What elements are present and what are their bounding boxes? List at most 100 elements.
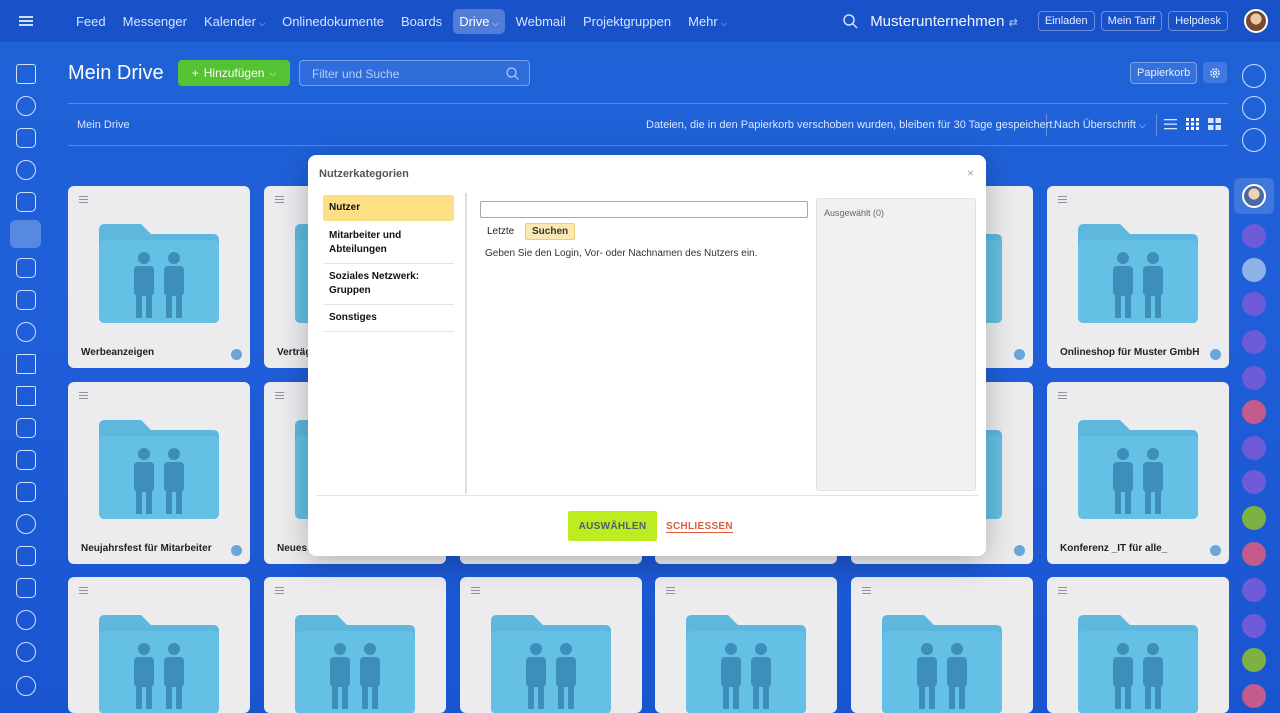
folder-card[interactable]: [851, 577, 1033, 713]
checkbox-icon[interactable]: [16, 290, 36, 310]
contact-center-icon[interactable]: [16, 482, 36, 502]
drag-handle-icon[interactable]: [1058, 587, 1067, 588]
folder-card[interactable]: [655, 577, 837, 713]
lock-icon[interactable]: [1242, 578, 1266, 602]
presentation-icon[interactable]: [16, 258, 36, 278]
automation-icon[interactable]: [16, 610, 36, 630]
chevron-down-icon: ⌵: [1138, 120, 1146, 130]
contacts-icon[interactable]: [16, 160, 36, 180]
documents-icon[interactable]: [16, 192, 36, 212]
settings-icon[interactable]: [16, 676, 36, 696]
user-avatar[interactable]: [1244, 9, 1268, 33]
category-social-network-groups[interactable]: Soziales Netzwerk: Gruppen: [323, 264, 454, 305]
inventory-icon[interactable]: [16, 450, 36, 470]
nav-webmail[interactable]: Webmail: [510, 9, 572, 34]
folder-card[interactable]: Werbeanzeigen: [68, 186, 250, 368]
settings-button[interactable]: [1203, 62, 1227, 83]
nav-boards[interactable]: Boards: [395, 9, 448, 34]
close-icon[interactable]: ×: [967, 166, 974, 180]
chat-avatar[interactable]: [1242, 330, 1266, 354]
chat-icon[interactable]: [16, 322, 36, 342]
drag-handle-icon[interactable]: [471, 587, 480, 588]
chat-avatar[interactable]: [1242, 366, 1266, 390]
category-other[interactable]: Sonstiges: [323, 305, 454, 332]
invite-button[interactable]: Einladen: [1037, 11, 1095, 31]
tab-recent[interactable]: Letzte: [487, 226, 514, 237]
nav-calendar[interactable]: Kalender ⌵: [198, 9, 271, 34]
select-button[interactable]: AUSWÄHLEN: [568, 511, 657, 541]
home-icon[interactable]: [16, 64, 36, 84]
drag-handle-icon[interactable]: [275, 196, 284, 197]
analytics-icon[interactable]: [16, 354, 36, 374]
chat-avatar[interactable]: [1242, 292, 1266, 316]
calendar-icon[interactable]: [16, 578, 36, 598]
drag-handle-icon[interactable]: [1058, 392, 1067, 393]
helpdesk-button[interactable]: Helpdesk: [1168, 11, 1228, 31]
folder-card[interactable]: [1047, 577, 1229, 713]
chat-avatar[interactable]: [1242, 470, 1266, 494]
tasks-icon[interactable]: [16, 128, 36, 148]
lock-icon[interactable]: [1242, 506, 1266, 530]
folder-card[interactable]: [264, 577, 446, 713]
shared-icon: [231, 545, 242, 556]
nav-feed[interactable]: Feed: [70, 9, 112, 34]
sign-icon[interactable]: [16, 418, 36, 438]
nav-project-groups[interactable]: Projektgruppen: [577, 9, 677, 34]
nav-drive[interactable]: Drive ⌵: [453, 8, 505, 34]
drag-handle-icon[interactable]: [79, 392, 88, 393]
breadcrumb[interactable]: Mein Drive: [77, 119, 130, 131]
category-employees-departments[interactable]: Mitarbeiter und Abteilungen: [323, 223, 454, 264]
support-icon[interactable]: [1242, 96, 1266, 120]
sites-icon[interactable]: [16, 514, 36, 534]
company-name[interactable]: Musterunternehmen ⇄: [870, 13, 1018, 30]
folder-card[interactable]: Onlineshop für Muster GmbH: [1047, 186, 1229, 368]
my-plan-button[interactable]: Mein Tarif: [1100, 11, 1163, 31]
drag-handle-icon[interactable]: [275, 392, 284, 393]
nav-online-documents[interactable]: Onlinedokumente: [276, 9, 390, 34]
user-search-input[interactable]: [480, 201, 808, 218]
funnel-icon[interactable]: [16, 546, 36, 566]
tab-search[interactable]: Suchen: [525, 223, 576, 240]
category-users[interactable]: Nutzer: [323, 195, 454, 221]
list-view-icon[interactable]: [1164, 118, 1177, 130]
chat-avatar[interactable]: [1242, 436, 1266, 460]
folder-card[interactable]: [68, 577, 250, 713]
menu-icon[interactable]: [0, 0, 52, 42]
drag-handle-icon[interactable]: [79, 196, 88, 197]
marketing-icon[interactable]: [16, 642, 36, 662]
grid-view-icon[interactable]: [1186, 118, 1199, 130]
lock-icon[interactable]: [1242, 684, 1266, 708]
trash-button[interactable]: Papierkorb: [1130, 62, 1198, 84]
notifications-icon[interactable]: [1242, 64, 1266, 88]
drive-icon[interactable]: [10, 220, 41, 248]
drag-handle-icon[interactable]: [275, 587, 284, 588]
feed-icon[interactable]: [16, 96, 36, 116]
shared-folder-icon: [295, 615, 415, 713]
shared-folder-icon: [1078, 420, 1198, 519]
search-chat-icon[interactable]: [1242, 128, 1266, 152]
add-button[interactable]: + Hinzufügen ⌵: [178, 60, 290, 86]
nav-messenger[interactable]: Messenger: [117, 9, 193, 34]
shop-cart-icon[interactable]: [16, 386, 36, 406]
folder-card[interactable]: [460, 577, 642, 713]
lock-icon[interactable]: [1242, 614, 1266, 638]
drag-handle-icon[interactable]: [862, 587, 871, 588]
search-icon[interactable]: [842, 13, 858, 29]
folder-card[interactable]: Neujahrsfest für Mitarbeiter: [68, 382, 250, 564]
sort-select[interactable]: Nach Überschrift ⌵: [1054, 119, 1146, 131]
chat-avatar[interactable]: [1242, 224, 1266, 248]
folder-card[interactable]: Konferenz _IT für alle_: [1047, 382, 1229, 564]
search-input[interactable]: Filter und Suche: [299, 60, 530, 86]
contact-avatar[interactable]: [1242, 184, 1266, 208]
drag-handle-icon[interactable]: [1058, 196, 1067, 197]
shared-icon: [1014, 349, 1025, 360]
task-chat-avatar[interactable]: [1242, 400, 1266, 424]
task-chat-avatar[interactable]: [1242, 648, 1266, 672]
large-grid-view-icon[interactable]: [1208, 118, 1221, 130]
nav-more[interactable]: Mehr ⌵: [682, 9, 733, 34]
group-avatar[interactable]: [1242, 258, 1266, 282]
lock-icon[interactable]: [1242, 542, 1266, 566]
close-button[interactable]: SCHLIESSEN: [666, 521, 733, 533]
drag-handle-icon[interactable]: [79, 587, 88, 588]
drag-handle-icon[interactable]: [666, 587, 675, 588]
